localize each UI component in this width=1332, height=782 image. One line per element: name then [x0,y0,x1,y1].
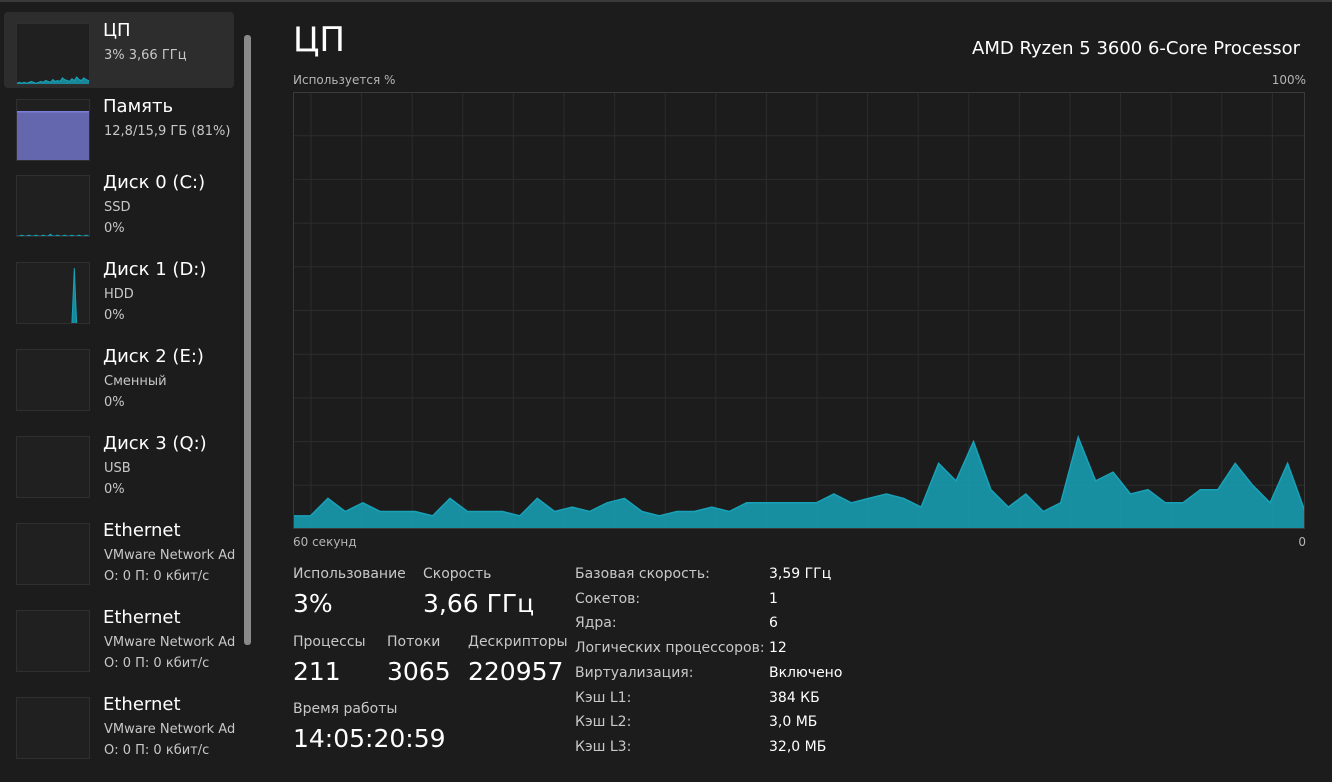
sidebar-item-title: ЦП [103,20,131,41]
sidebar-item-subtitle: 12,8/15,9 ГБ (81%) [104,124,231,139]
page-title: ЦП [293,20,345,60]
memory-fill [17,111,89,160]
processes-label: Процессы [293,634,366,650]
sidebar-item-subtitle: 3% 3,66 ГГц [104,48,187,63]
spec-base-speed-label: Базовая скорость: [575,566,710,582]
spec-l1-cache-value: 384 КБ [769,690,820,706]
sidebar: ЦП 3% 3,66 ГГц Память 12,8/15,9 ГБ (81%)… [0,2,258,782]
sidebar-item-throughput: О: 0 П: 0 кбит/с [104,743,210,758]
speed-label: Скорость [423,566,492,582]
disk-2-thumbnail-graph [16,349,90,411]
sidebar-item-title: Диск 1 (D:) [103,259,207,280]
sidebar-item-title: Ethernet [103,694,181,715]
sidebar-scrollbar[interactable] [244,35,251,645]
utilization-label: Использование [293,566,406,582]
disk1-thumbnail-area [71,268,78,323]
disk0-thumbnail-area [17,233,89,236]
utilization-value: 3% [293,589,333,618]
speed-value: 3,66 ГГц [423,589,535,618]
chart-x-left-label: 60 секунд [293,535,357,549]
disk-3-thumbnail-graph [16,436,90,498]
spec-logical-processors-value: 12 [769,640,787,656]
sidebar-item-title: Диск 2 (E:) [103,346,204,367]
sidebar-item-adapter: VMware Network Ad [104,635,236,650]
ethernet-thumbnail-graph [16,697,90,759]
sidebar-item-title: Память [103,96,174,117]
spec-cores-label: Ядра: [575,615,617,631]
cpu-usage-area [293,434,1305,529]
sidebar-item-disk-1[interactable]: Диск 1 (D:) HDD 0% [4,251,234,327]
sidebar-item-title: Диск 3 (Q:) [103,433,207,454]
sidebar-item-ethernet-3[interactable]: Ethernet VMware Network Ad О: 0 П: 0 кби… [4,686,235,762]
sidebar-item-title: Ethernet [103,520,181,541]
spec-base-speed-value: 3,59 ГГц [769,566,832,582]
spec-l3-cache-value: 32,0 МБ [769,739,827,755]
spec-logical-processors-label: Логических процессоров: [575,640,765,656]
spec-l2-cache-value: 3,0 МБ [769,714,818,730]
disk-0-thumbnail-graph [16,175,90,237]
sidebar-item-throughput: О: 0 П: 0 кбит/с [104,656,210,671]
spec-l1-cache-label: Кэш L1: [575,690,632,706]
sidebar-item-type: HDD [104,287,134,302]
sidebar-item-ethernet-2[interactable]: Ethernet VMware Network Ad О: 0 П: 0 кби… [4,599,235,675]
chart-y-max-label: 100% [1271,73,1306,87]
uptime-label: Время работы [293,701,398,717]
cpu-model-name: AMD Ryzen 5 3600 6-Core Processor [972,38,1300,59]
sidebar-item-ethernet-1[interactable]: Ethernet VMware Network Ad О: 0 П: 0 кби… [4,512,235,588]
spec-virtualization-value: Включено [769,665,843,681]
ethernet-thumbnail-graph [16,523,90,585]
spec-virtualization-label: Виртуализация: [575,665,694,681]
chart-grid [293,92,1305,529]
handles-value: 220957 [468,657,564,686]
processes-value: 211 [293,657,341,686]
spec-l2-cache-label: Кэш L2: [575,714,632,730]
sidebar-item-title: Диск 0 (C:) [103,172,206,193]
ethernet-thumbnail-graph [16,610,90,672]
chart-x-right-label: 0 [1298,535,1306,549]
sidebar-item-usage: 0% [104,395,125,410]
sidebar-item-usage: 0% [104,221,125,236]
spec-sockets-value: 1 [769,591,778,607]
sidebar-item-memory[interactable]: Память 12,8/15,9 ГБ (81%) [4,88,234,164]
sidebar-item-disk-0[interactable]: Диск 0 (C:) SSD 0% [4,164,234,240]
chart-y-label: Используется % [293,73,396,87]
sidebar-item-title: Ethernet [103,607,181,628]
cpu-usage-chart [293,92,1305,529]
threads-label: Потоки [387,634,441,650]
spec-sockets-label: Сокетов: [575,591,641,607]
disk-1-thumbnail-graph [16,262,90,324]
cpu-thumbnail-area [17,76,89,84]
handles-label: Дескрипторы [468,634,568,650]
cpu-thumbnail-graph [16,23,90,85]
uptime-value: 14:05:20:59 [293,724,446,753]
sidebar-item-usage: 0% [104,482,125,497]
cpu-details-panel: ЦП AMD Ryzen 5 3600 6-Core Processor Исп… [258,2,1332,782]
threads-value: 3065 [387,657,451,686]
memory-thumbnail-graph [16,99,90,161]
sidebar-item-cpu[interactable]: ЦП 3% 3,66 ГГц [4,12,234,88]
sidebar-item-adapter: VMware Network Ad [104,722,236,737]
sidebar-item-type: Сменный [104,374,167,389]
sidebar-item-type: USB [104,461,131,476]
sidebar-item-type: SSD [104,200,131,215]
sidebar-item-usage: 0% [104,308,125,323]
sidebar-item-disk-3[interactable]: Диск 3 (Q:) USB 0% [4,425,234,501]
sidebar-item-disk-2[interactable]: Диск 2 (E:) Сменный 0% [4,338,234,414]
spec-l3-cache-label: Кэш L3: [575,739,632,755]
sidebar-item-throughput: О: 0 П: 0 кбит/с [104,569,210,584]
spec-cores-value: 6 [769,615,778,631]
sidebar-item-adapter: VMware Network Ad [104,548,236,563]
